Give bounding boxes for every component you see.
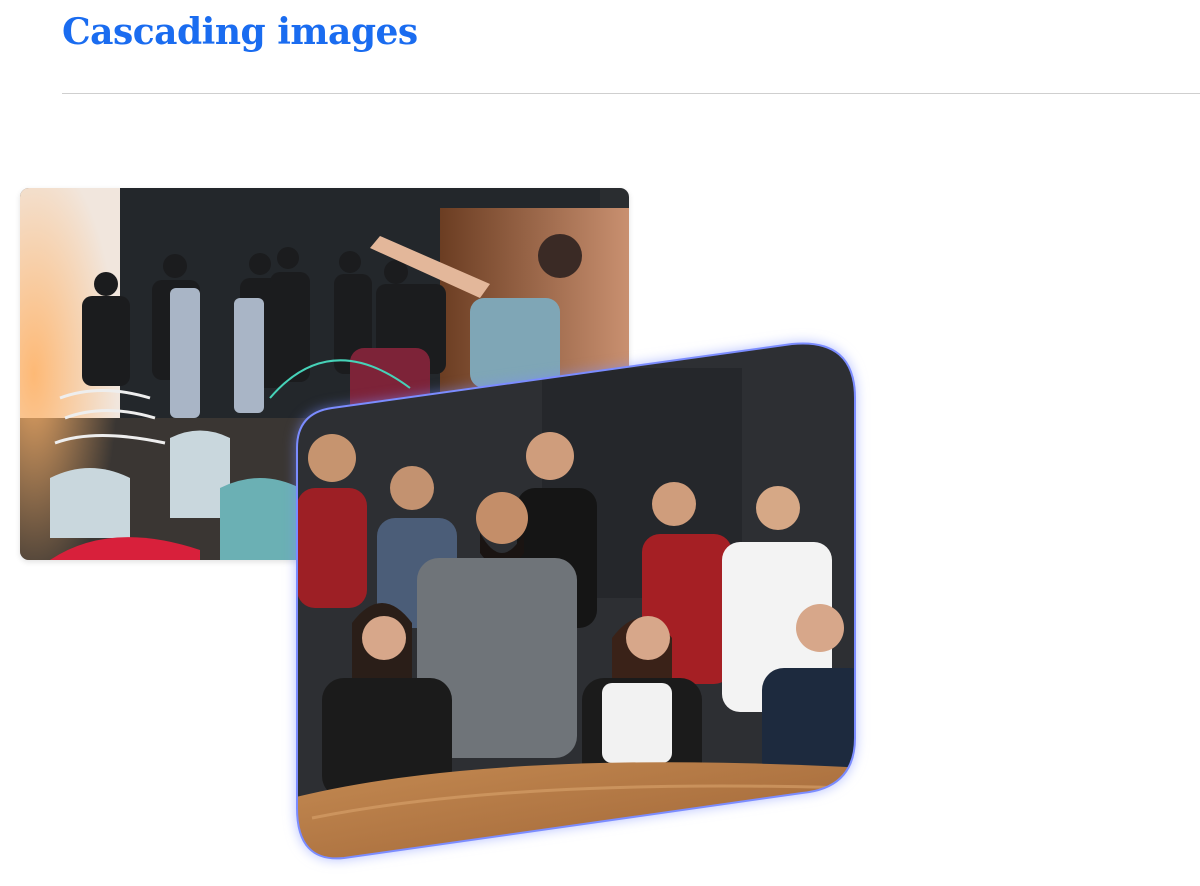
- team-group-illustration: [296, 342, 856, 860]
- team-group-photo: [292, 338, 867, 863]
- cascading-images: [0, 0, 1200, 886]
